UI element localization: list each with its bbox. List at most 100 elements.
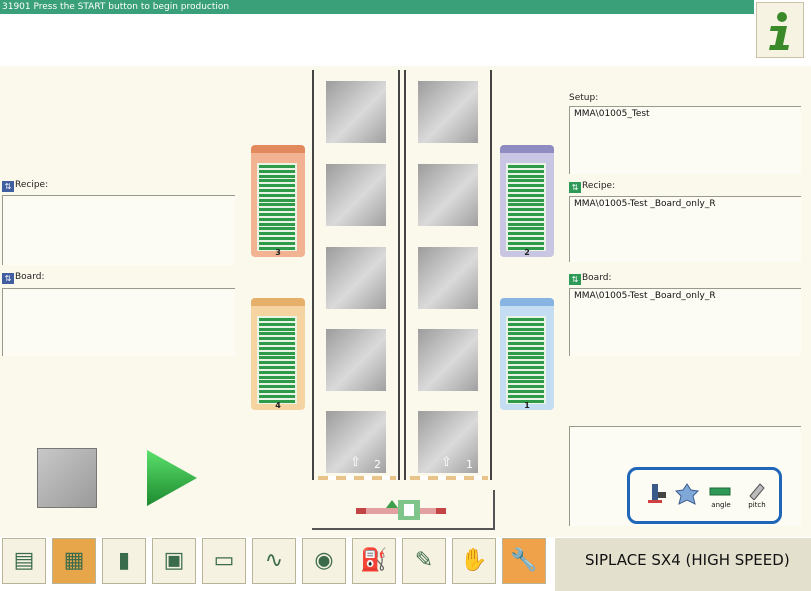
circuit-board-icon: ▣ [163, 548, 185, 573]
feeder-slot [508, 318, 544, 321]
conveyor-strip [410, 476, 488, 480]
wrench-icon: 🔧 [510, 548, 538, 573]
feeder-slot [259, 337, 295, 341]
feeder-slot [259, 370, 295, 374]
feeder-slot [508, 390, 544, 393]
feeder-4[interactable]: 4 [251, 298, 305, 410]
pcb-board[interactable] [326, 81, 386, 143]
feeder-slot [259, 351, 295, 355]
pcb-board[interactable] [418, 164, 478, 226]
feeder-slot [508, 222, 544, 226]
feeder-slot [508, 174, 544, 178]
oil-can-icon: ⛽ [360, 548, 388, 573]
feeder-slot [508, 179, 544, 183]
feeder-slot [259, 385, 295, 389]
board-field-right[interactable]: MMA\01005-Test _Board_only_R [569, 288, 801, 356]
feeder-slots [506, 316, 546, 404]
circuit-board-button[interactable]: ▣ [152, 538, 196, 584]
feeder-slot [508, 193, 544, 197]
feeder-slots [257, 163, 297, 251]
feeder-slot [508, 370, 544, 374]
feeder-slot [259, 208, 295, 212]
feeder-slot [508, 327, 544, 331]
feeder-slot [259, 366, 295, 369]
recipe-label: ⇅ Recipe: [2, 180, 48, 192]
feeder-number: 4 [275, 401, 281, 410]
feeder-unit-button[interactable]: ▭ [202, 538, 246, 584]
feeder-slot [259, 227, 295, 231]
grid-table-button[interactable]: ▦ [52, 538, 96, 584]
pcb-board[interactable] [326, 329, 386, 391]
feeder-1[interactable]: 1 [500, 298, 554, 410]
recipe-field-right[interactable]: MMA\01005-Test _Board_only_R [569, 196, 801, 262]
feeder-slot [508, 232, 544, 236]
swap-arrows-icon[interactable]: ⇅ [569, 182, 581, 193]
camera-lens-button[interactable]: ◉ [302, 538, 346, 584]
feeder-slot [508, 375, 544, 379]
board-label: ⇅ Board: [2, 272, 44, 284]
nozzle-tool-icon[interactable] [644, 482, 670, 511]
status-message-bar: 31901 Press the START button to begin pr… [0, 0, 754, 14]
feeder-slot [508, 332, 544, 336]
pcb-board[interactable] [418, 247, 478, 309]
lane-arrow-icon: ⇧ [350, 455, 361, 470]
recipe-field-left[interactable] [2, 195, 235, 265]
feeder-slot [259, 213, 295, 216]
feeder-2[interactable]: 2 [500, 145, 554, 257]
stop-button[interactable] [37, 448, 97, 508]
feeder-3[interactable]: 3 [251, 145, 305, 257]
feeder-slot [508, 366, 544, 369]
swap-arrows-icon[interactable]: ⇅ [569, 274, 581, 285]
start-button[interactable] [145, 448, 201, 511]
setup-field[interactable]: MMA\01005_Test [569, 106, 801, 174]
lane-arrow-icon: ⇧ [441, 455, 452, 470]
oil-can-button[interactable]: ⛽ [352, 538, 396, 584]
feeder-slot [259, 327, 295, 331]
feeder-slot [508, 198, 544, 202]
component-tool-icon[interactable] [674, 482, 700, 511]
pcb-board[interactable] [418, 81, 478, 143]
bar-chart-icon: ▮ [117, 548, 131, 573]
feeder-slot [508, 356, 544, 360]
feeder-slot [259, 390, 295, 393]
bar-chart-button[interactable]: ▮ [102, 538, 146, 584]
money-stack-icon: ▤ [13, 548, 35, 573]
wrench-button[interactable]: 🔧 [502, 538, 546, 584]
money-stack-button[interactable]: ▤ [2, 538, 46, 584]
feeder-slot [508, 380, 544, 384]
feeder-slot [508, 385, 544, 389]
swap-arrows-icon[interactable]: ⇅ [2, 273, 14, 284]
feeder-number: 2 [524, 248, 530, 257]
info-icon [769, 12, 789, 50]
pen-icon: ✎ [414, 548, 434, 573]
feeder-slot [259, 356, 295, 360]
pcb-board[interactable] [326, 164, 386, 226]
swap-arrows-icon[interactable]: ⇅ [2, 181, 14, 192]
feeder-slot [508, 241, 544, 245]
pen-button[interactable]: ✎ [402, 538, 446, 584]
info-button[interactable] [756, 2, 804, 58]
board-label-right: ⇅ Board: [569, 273, 611, 285]
feeder-slot [259, 322, 295, 326]
pitch-tool[interactable]: pitch [742, 480, 772, 509]
conveyor-width-control[interactable] [312, 490, 495, 530]
recipe-label-right: ⇅ Recipe: [569, 181, 615, 193]
feeder-slot [259, 165, 295, 168]
feeder-slot [259, 237, 295, 240]
pcb-board[interactable] [326, 247, 386, 309]
feeder-slot [259, 318, 295, 321]
hand-gear-button[interactable]: ✋ [452, 538, 496, 584]
conveyor-rail [398, 70, 400, 480]
board-field-left[interactable] [2, 288, 235, 356]
machine-name: SIPLACE SX4 (HIGH SPEED) [585, 551, 790, 569]
pcb-board[interactable] [418, 329, 478, 391]
angle-tool[interactable]: angle [706, 482, 736, 509]
feeder-number: 3 [275, 248, 281, 257]
feeder-slot [259, 241, 295, 245]
status-message: 31901 Press the START button to begin pr… [2, 2, 230, 12]
start-play-icon [147, 450, 197, 506]
feeder-slot [259, 203, 295, 207]
line-graph-button[interactable]: ∿ [252, 538, 296, 584]
feeder-slot [508, 346, 544, 350]
conveyor-rail [404, 70, 406, 480]
